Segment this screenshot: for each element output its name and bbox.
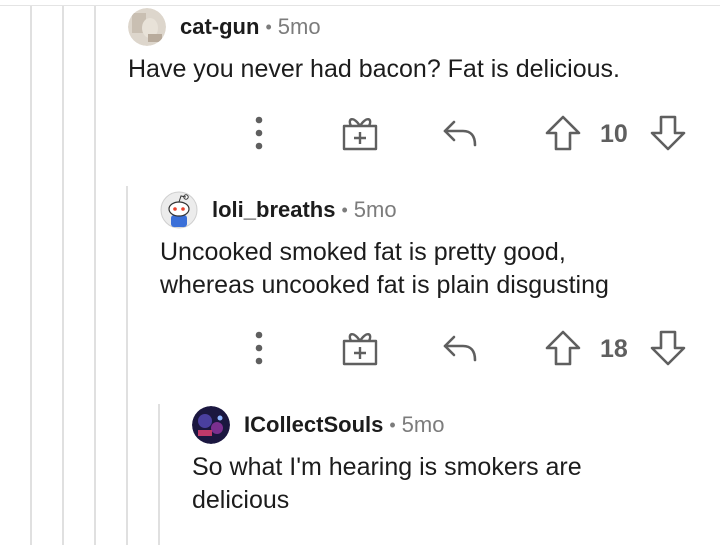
user-avatar[interactable]	[192, 406, 230, 444]
thread-line-2[interactable]	[62, 6, 64, 545]
downvote-arrow-icon[interactable]	[648, 108, 688, 158]
gift-award-icon[interactable]	[340, 323, 380, 373]
more-options-icon[interactable]	[245, 108, 273, 158]
reply-arrow-icon[interactable]	[440, 323, 480, 373]
comment-actions: 10	[0, 108, 720, 158]
user-avatar[interactable]	[128, 8, 166, 46]
username[interactable]: ICollectSouls	[244, 412, 383, 438]
username[interactable]: cat-gun	[180, 14, 259, 40]
comment-meta: cat-gun • 5mo	[128, 7, 708, 47]
vote-score: 10	[600, 120, 628, 148]
comment-meta: ICollectSouls • 5mo	[192, 405, 712, 445]
top-divider	[0, 5, 720, 6]
comment-body: Uncooked smoked fat is pretty good, wher…	[160, 238, 609, 299]
vote-score: 18	[600, 335, 628, 363]
upvote-arrow-icon[interactable]	[543, 323, 583, 373]
more-options-icon[interactable]	[245, 323, 273, 373]
comment-actions: 18	[0, 323, 720, 373]
meta-separator: •	[389, 414, 396, 435]
comment-body: So what I'm hearing is smokers are delic…	[192, 453, 582, 514]
thread-line-3[interactable]	[94, 6, 96, 545]
meta-separator: •	[341, 199, 348, 220]
thread-line-5[interactable]	[158, 404, 160, 545]
thread-line-1[interactable]	[30, 6, 32, 545]
downvote-arrow-icon[interactable]	[648, 323, 688, 373]
comment-loli-breaths: loli_breaths • 5mo Uncooked smoked fat i…	[160, 190, 710, 302]
comment-body: Have you never had bacon? Fat is delicio…	[128, 55, 620, 83]
comment-icollectsouls: ICollectSouls • 5mo So what I'm hearing …	[192, 405, 712, 517]
gift-award-icon[interactable]	[340, 108, 380, 158]
comment-thread: cat-gun • 5mo Have you never had bacon? …	[0, 0, 720, 545]
user-avatar[interactable]	[160, 191, 198, 229]
username[interactable]: loli_breaths	[212, 197, 335, 223]
comment-cat-gun: cat-gun • 5mo Have you never had bacon? …	[128, 7, 708, 86]
upvote-arrow-icon[interactable]	[543, 108, 583, 158]
comment-age: 5mo	[401, 412, 445, 437]
comment-age: 5mo	[353, 197, 397, 222]
comment-meta: loli_breaths • 5mo	[160, 190, 710, 230]
reply-arrow-icon[interactable]	[440, 108, 480, 158]
meta-separator: •	[265, 16, 272, 37]
comment-age: 5mo	[277, 14, 321, 39]
